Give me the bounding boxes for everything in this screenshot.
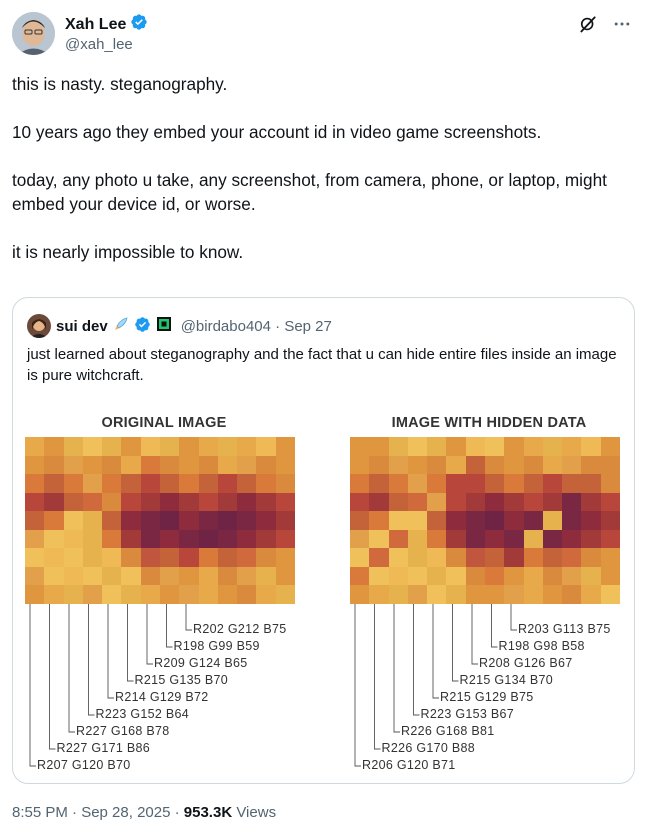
tweet-paragraph: 10 years ago they embed your account id …	[12, 122, 542, 142]
rgb-value-label: R209 G124 B65	[154, 656, 248, 670]
views-label: Views	[232, 804, 277, 821]
rgb-value-label: R227 G171 B86	[56, 741, 151, 755]
leader-line	[452, 604, 459, 682]
rgb-value-label: R207 G120 B70	[37, 758, 131, 772]
tweet-paragraph: this is nasty. steganography.	[12, 74, 228, 94]
leader-line	[471, 604, 478, 665]
rgb-value-label: R215 G135 B70	[134, 673, 229, 687]
rgb-value-label: R215 G134 B70	[459, 673, 554, 687]
author-name[interactable]: Xah Lee	[65, 16, 126, 34]
grok-icon[interactable]	[578, 14, 598, 34]
author-avatar[interactable]	[12, 12, 55, 55]
verified-badge-icon	[134, 316, 151, 337]
rgb-value-label: R215 G129 B75	[440, 690, 534, 704]
tweet-paragraph: it is nearly impossible to know.	[12, 242, 244, 262]
verified-badge-icon	[130, 13, 148, 36]
leader-line	[107, 604, 114, 699]
leader-line	[49, 604, 56, 750]
tweet-time: 8:55 PM · Sep 28, 2025 ·	[12, 804, 184, 821]
rgb-value-label: R223 G152 B64	[95, 707, 190, 721]
tweet-text: this is nasty. steganography. 10 years a…	[12, 72, 637, 264]
author-handle[interactable]: @xah_lee	[65, 36, 133, 53]
rgb-value-label: R226 G170 B88	[381, 741, 476, 755]
quote-author-handle[interactable]: @birdabo404 · Sep 27	[181, 318, 332, 335]
tweet-paragraph: today, any photo u take, any screenshot,…	[12, 170, 607, 214]
rgb-value-label: R227 G168 B78	[76, 724, 170, 738]
leader-line	[68, 604, 75, 733]
more-icon[interactable]	[612, 14, 632, 34]
leader-line	[354, 604, 361, 767]
leader-line	[88, 604, 95, 716]
tweet-header: Xah Lee @xah_lee	[12, 10, 644, 60]
rgb-value-label: R202 G212 B75	[193, 622, 287, 636]
quote-author-avatar[interactable]	[27, 314, 51, 338]
rocket-emoji-icon	[113, 316, 129, 336]
leader-line	[393, 604, 400, 733]
leader-line	[491, 604, 498, 648]
leader-line	[510, 604, 517, 631]
quote-date: Sep 27	[284, 317, 332, 335]
quote-tweet-card[interactable]: sui dev @birdabo404 · Sep 27 just learne…	[12, 297, 635, 784]
rgb-value-label: R198 G98 B58	[498, 639, 585, 653]
rgb-value-label: R198 G99 B59	[173, 639, 260, 653]
rgb-value-label: R203 G113 B75	[518, 622, 611, 636]
leader-line	[166, 604, 173, 648]
leader-line	[29, 604, 36, 767]
tweet-timestamp[interactable]: 8:55 PM · Sep 28, 2025 · 953.3K Views	[12, 804, 276, 821]
leader-line	[185, 604, 192, 631]
leader-line	[432, 604, 439, 699]
rgb-value-label: R208 G126 B67	[479, 656, 573, 670]
leader-line	[146, 604, 153, 665]
rgb-value-label: R223 G153 B67	[420, 707, 515, 721]
quote-handle-text: @birdabo404	[180, 317, 271, 335]
affiliate-badge-icon	[156, 316, 172, 336]
rgb-value-label: R226 G168 B81	[401, 724, 495, 738]
leader-line	[374, 604, 381, 750]
quote-text: just learned about steganography and the…	[27, 346, 617, 384]
rgb-value-label: R206 G120 B71	[362, 758, 456, 772]
view-count: 953.3K	[183, 804, 233, 821]
quote-author-name[interactable]: sui dev	[56, 318, 108, 335]
leader-line	[413, 604, 420, 716]
leader-line	[127, 604, 134, 682]
rgb-value-label: R214 G129 B72	[115, 690, 209, 704]
